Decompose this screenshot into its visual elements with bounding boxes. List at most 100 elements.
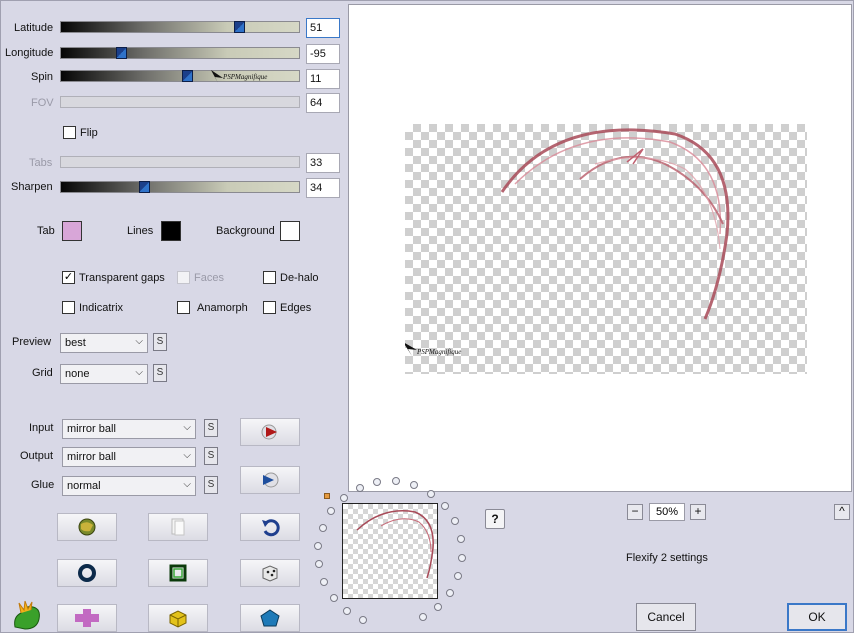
copy-button[interactable] <box>148 513 208 541</box>
preview-image: PSPMagnifique <box>403 124 807 374</box>
flexify-dialog: Latitude 51 Longitude -95 Spin PSPMagnif… <box>0 0 854 633</box>
navigator-dot[interactable] <box>330 594 338 602</box>
randomize-globe-button[interactable] <box>57 513 117 541</box>
navigator-dot[interactable] <box>359 616 367 624</box>
navigator-dot[interactable] <box>392 477 400 485</box>
fov-slider[interactable] <box>60 96 300 108</box>
square-frame-icon <box>169 564 187 582</box>
output-select[interactable]: mirror ball ⌵ <box>62 447 196 467</box>
longitude-slider[interactable] <box>60 47 300 59</box>
grid-select[interactable]: none ⌵ <box>60 364 148 384</box>
ok-button[interactable]: OK <box>787 603 847 631</box>
navigator-dot[interactable] <box>373 478 381 486</box>
faces-checkbox[interactable] <box>177 271 190 284</box>
cube-button[interactable] <box>148 604 208 632</box>
spin-input[interactable]: 11 <box>306 69 340 89</box>
transparent-gaps-checkbox[interactable]: ✓ <box>62 271 75 284</box>
fov-label: FOV <box>31 97 54 109</box>
preview-label: Preview <box>12 336 52 348</box>
page-icon <box>171 518 185 536</box>
latitude-slider-thumb[interactable] <box>234 21 245 33</box>
input-s-button[interactable]: S <box>204 419 218 437</box>
output-s-button[interactable]: S <box>204 447 218 465</box>
tab-color-swatch[interactable] <box>62 221 82 241</box>
sharpen-slider-thumb[interactable] <box>139 181 150 193</box>
navigator-dot[interactable] <box>451 517 459 525</box>
spin-slider-thumb[interactable] <box>182 70 193 82</box>
sharpen-input[interactable]: 34 <box>306 178 340 198</box>
tabs-input[interactable]: 33 <box>306 153 340 173</box>
sharpen-label: Sharpen <box>11 181 53 193</box>
help-button[interactable]: ? <box>485 509 505 529</box>
input-select[interactable]: mirror ball ⌵ <box>62 419 196 439</box>
navigator-dot[interactable] <box>446 589 454 597</box>
transparent-gaps-label: Transparent gaps <box>79 272 165 284</box>
flip-checkbox[interactable] <box>63 126 76 139</box>
dehalo-checkbox[interactable] <box>263 271 276 284</box>
zoom-out-button[interactable]: − <box>627 504 643 520</box>
glue-s-button[interactable]: S <box>204 476 218 494</box>
navigator-dot[interactable] <box>343 607 351 615</box>
navigator-dot[interactable] <box>319 524 327 532</box>
globe-icon <box>78 518 96 536</box>
zoom-in-button[interactable]: + <box>690 504 706 520</box>
navigator-dot[interactable] <box>458 554 466 562</box>
output-label: Output <box>20 450 54 462</box>
indicatrix-checkbox[interactable] <box>62 301 75 314</box>
play-back-button[interactable] <box>240 466 300 494</box>
navigator-dot[interactable] <box>419 613 427 621</box>
collapse-button[interactable]: ^ <box>834 504 850 520</box>
mirror-ball-arc-render: PSPMagnifique <box>403 128 730 356</box>
grid-select-value: none <box>65 368 90 380</box>
chevron-down-icon: ⌵ <box>135 336 143 347</box>
lines-color-swatch[interactable] <box>161 221 181 241</box>
play-forward-button[interactable] <box>240 418 300 446</box>
navigator-dot[interactable] <box>356 484 364 492</box>
preview-canvas[interactable]: PSPMagnifique <box>348 4 852 492</box>
edges-checkbox[interactable] <box>263 301 276 314</box>
zoom-level[interactable]: 50% <box>649 503 685 521</box>
random-dice-button[interactable] <box>240 559 300 587</box>
svg-text:PSPMagnifique: PSPMagnifique <box>416 348 461 356</box>
play-blue-icon <box>263 472 279 488</box>
frame-button[interactable] <box>148 559 208 587</box>
longitude-input[interactable]: -95 <box>306 44 340 64</box>
pentagon-button[interactable] <box>240 604 300 632</box>
tabs-slider[interactable] <box>60 156 300 168</box>
latitude-slider[interactable] <box>60 21 300 33</box>
grid-s-button[interactable]: S <box>153 364 167 382</box>
latitude-input[interactable]: 51 <box>306 18 340 38</box>
preview-s-button[interactable]: S <box>153 333 167 351</box>
anamorph-checkbox[interactable] <box>177 301 190 314</box>
ring-button[interactable] <box>57 559 117 587</box>
anamorph-label: Anamorph <box>197 302 248 314</box>
navigator-dot[interactable] <box>327 507 335 515</box>
navigator-dot[interactable] <box>441 502 449 510</box>
grid-label: Grid <box>32 367 53 379</box>
fov-input[interactable]: 64 <box>306 93 340 113</box>
navigator-thumbnail[interactable] <box>342 503 438 599</box>
undo-button[interactable] <box>240 513 300 541</box>
latitude-label: Latitude <box>14 22 54 34</box>
flip-label: Flip <box>80 127 98 139</box>
navigator-dot[interactable] <box>427 490 435 498</box>
glue-select[interactable]: normal ⌵ <box>62 476 196 496</box>
spin-slider[interactable]: PSPMagnifique <box>60 70 300 83</box>
navigator-dot[interactable] <box>314 542 322 550</box>
cross-shape-button[interactable] <box>57 604 117 632</box>
navigator-dot[interactable] <box>434 603 442 611</box>
glue-label: Glue <box>31 479 55 491</box>
navigator-dot[interactable] <box>454 572 462 580</box>
preview-select[interactable]: best ⌵ <box>60 333 148 353</box>
navigator-dot[interactable] <box>457 535 465 543</box>
longitude-label: Longitude <box>5 47 54 59</box>
navigator-dot[interactable] <box>320 578 328 586</box>
navigator-dot[interactable] <box>340 494 348 502</box>
background-color-swatch[interactable] <box>280 221 300 241</box>
longitude-slider-thumb[interactable] <box>116 47 127 59</box>
navigator-dot[interactable] <box>410 481 418 489</box>
watermark-logo: PSPMagnifique <box>211 70 267 83</box>
navigator-dot[interactable] <box>315 560 323 568</box>
sharpen-slider[interactable] <box>60 181 300 193</box>
cancel-button[interactable]: Cancel <box>636 603 696 631</box>
